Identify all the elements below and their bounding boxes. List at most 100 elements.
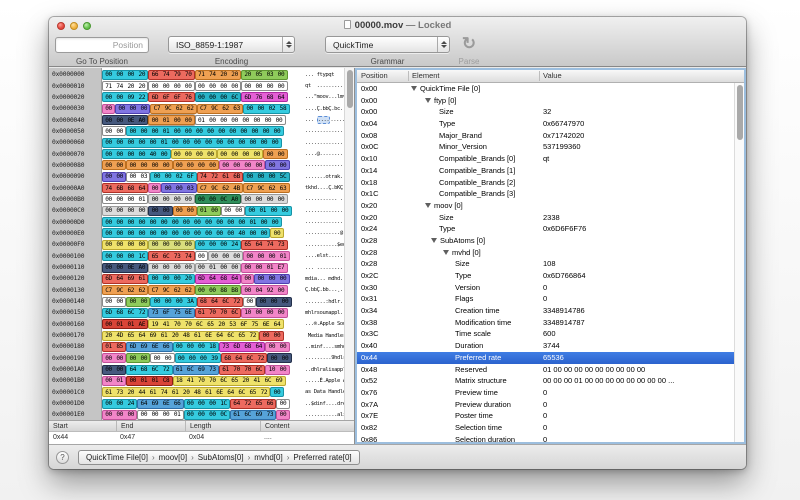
structure-tree-pane[interactable]: Position Element Value 0x00 QuickTime Fil…	[355, 68, 746, 444]
hex-byte[interactable]: 00	[103, 264, 114, 271]
hex-byte[interactable]: 00	[207, 400, 218, 407]
hex-byte-group[interactable]: 00 00 00	[115, 103, 151, 114]
hex-byte[interactable]: 01	[114, 321, 125, 328]
hex-byte-group[interactable]: 00 00 00 00	[126, 160, 173, 171]
hex-byte[interactable]: 00	[160, 411, 171, 418]
hex-byte-group[interactable]: 01 00	[196, 205, 221, 216]
hex-byte[interactable]: 20	[242, 71, 253, 78]
hex-byte[interactable]: 74	[264, 241, 275, 248]
hex-byte[interactable]: A0	[136, 117, 147, 124]
hex-byte[interactable]: 62	[174, 105, 185, 112]
hex-byte[interactable]: 00	[176, 355, 187, 362]
encoding-select[interactable]: ISO_8859-1:1987	[168, 36, 295, 53]
hex-byte[interactable]: 74	[158, 389, 169, 396]
tree-row[interactable]: 0x20 moov [0]	[357, 200, 734, 212]
hex-byte[interactable]: 9C	[209, 185, 220, 192]
hex-byte[interactable]: 00	[214, 139, 225, 146]
hex-byte[interactable]: 00	[257, 298, 268, 305]
hex-byte[interactable]: 6F	[172, 94, 183, 101]
hex-byte[interactable]: 64	[136, 185, 147, 192]
hex-byte[interactable]: 66	[172, 400, 183, 407]
hex-byte-group[interactable]: 00 00 00 00	[148, 262, 195, 273]
hex-byte[interactable]: 00	[268, 207, 279, 214]
hex-byte[interactable]: 65	[125, 332, 136, 339]
hex-byte[interactable]: 5C	[277, 173, 288, 180]
hex-byte[interactable]: 40	[236, 230, 247, 237]
hex-byte-group[interactable]: 71 74 20 20	[102, 81, 149, 92]
hex-byte[interactable]: 00	[114, 253, 125, 260]
hex-byte-group[interactable]: 6D 64 69 61	[102, 273, 149, 284]
hex-byte[interactable]: 00	[103, 196, 114, 203]
hex-byte[interactable]: 62	[266, 185, 277, 192]
tree-row[interactable]: 0x14 Compatible_Brands [1]	[357, 165, 734, 177]
hex-byte[interactable]: 61	[136, 275, 147, 282]
hex-byte-group[interactable]: 65 64 74 73	[241, 239, 288, 250]
hex-byte[interactable]: 6C	[149, 366, 160, 373]
tree-row[interactable]: 0x2C Type 0x6D766864	[357, 270, 734, 282]
hex-byte[interactable]: 00	[103, 117, 114, 124]
hex-byte[interactable]: 00	[114, 219, 125, 226]
hex-byte[interactable]: 00	[279, 298, 290, 305]
hex-byte[interactable]: 00	[196, 162, 207, 169]
hex-byte[interactable]: 73	[264, 411, 275, 418]
hex-byte[interactable]: 00	[114, 411, 125, 418]
hex-byte[interactable]: 65	[205, 321, 216, 328]
hex-byte[interactable]: 00	[251, 151, 262, 158]
tree-row[interactable]: 0x76 Preview time 0	[357, 387, 734, 399]
hex-byte[interactable]: 4D	[114, 332, 125, 339]
hex-byte[interactable]: 00	[222, 207, 233, 214]
hex-byte[interactable]: 70	[172, 321, 183, 328]
hex-byte-group[interactable]: 61 6C 69 73	[230, 409, 277, 420]
hex-byte[interactable]: C8	[160, 377, 171, 384]
hex-byte[interactable]: 70	[231, 366, 242, 373]
hex-byte[interactable]: 62	[172, 287, 183, 294]
hex-byte[interactable]: 00	[266, 275, 277, 282]
hex-byte[interactable]: 00	[225, 230, 236, 237]
document-icon[interactable]	[343, 20, 351, 29]
hex-byte-group[interactable]: 00	[148, 183, 162, 194]
hex-byte-group[interactable]: C7 9C 62 63	[243, 183, 290, 194]
hex-byte[interactable]: 00	[138, 162, 149, 169]
hex-byte[interactable]: 24	[229, 241, 240, 248]
hex-byte[interactable]: 00	[207, 411, 218, 418]
hex-byte-group[interactable]: 00 00	[220, 205, 246, 216]
hex-byte[interactable]: 44	[136, 389, 147, 396]
hex-byte[interactable]: 00	[103, 241, 114, 248]
tree-row[interactable]: 0x1C Compatible_Brands [3]	[357, 188, 734, 200]
hex-byte[interactable]: 05	[253, 71, 264, 78]
hex-byte[interactable]: 00	[125, 230, 136, 237]
hex-byte-group[interactable]: 74 72 61 6B	[196, 171, 244, 182]
hex-byte-group[interactable]: 6D 69 6E 66	[126, 341, 173, 352]
hex-byte[interactable]: 00	[172, 241, 183, 248]
help-button[interactable]: ?	[56, 450, 69, 464]
hex-byte[interactable]: 6E	[183, 309, 194, 316]
hex-byte[interactable]: 00	[114, 230, 125, 237]
hex-byte[interactable]: 69	[125, 275, 136, 282]
hex-byte[interactable]: 00	[174, 162, 185, 169]
hex-byte[interactable]: 00	[136, 207, 147, 214]
hex-byte[interactable]: 01	[160, 128, 171, 135]
hex-byte[interactable]: 00	[196, 264, 207, 271]
hex-byte[interactable]: 00	[149, 162, 160, 169]
hex-byte[interactable]: 00	[149, 185, 160, 192]
hex-byte[interactable]: 00	[125, 253, 136, 260]
hex-byte-group[interactable]: 64 69 6E 66	[137, 398, 184, 409]
tree-row[interactable]: 0x30 Version 0	[357, 282, 734, 294]
hex-byte[interactable]: 00	[103, 128, 114, 135]
hex-byte[interactable]: 00	[147, 219, 158, 226]
hex-byte[interactable]: 6C	[244, 355, 255, 362]
hex-byte[interactable]: 00	[127, 162, 138, 169]
hex-byte[interactable]: 0E	[125, 117, 136, 124]
hex-byte-group[interactable]: 00 00 00 00 00 00 00 00 00 00 00 00 40 00 00	[102, 228, 271, 239]
hex-byte[interactable]: 00	[160, 241, 171, 248]
hex-byte-group[interactable]: 00 01 01 AE	[102, 319, 149, 330]
hex-byte[interactable]: 61	[220, 366, 231, 373]
position-column-header[interactable]: Position	[361, 70, 388, 82]
hex-byte[interactable]: 88	[218, 287, 229, 294]
tree-row[interactable]: 0x82 Selection time 0	[357, 422, 734, 434]
hex-byte[interactable]: 6C	[229, 94, 240, 101]
hex-byte[interactable]: 09	[125, 94, 136, 101]
hex-byte[interactable]: 01	[149, 377, 160, 384]
hex-byte-group[interactable]: 01 85	[102, 341, 127, 352]
hex-byte[interactable]: 10	[266, 366, 277, 373]
